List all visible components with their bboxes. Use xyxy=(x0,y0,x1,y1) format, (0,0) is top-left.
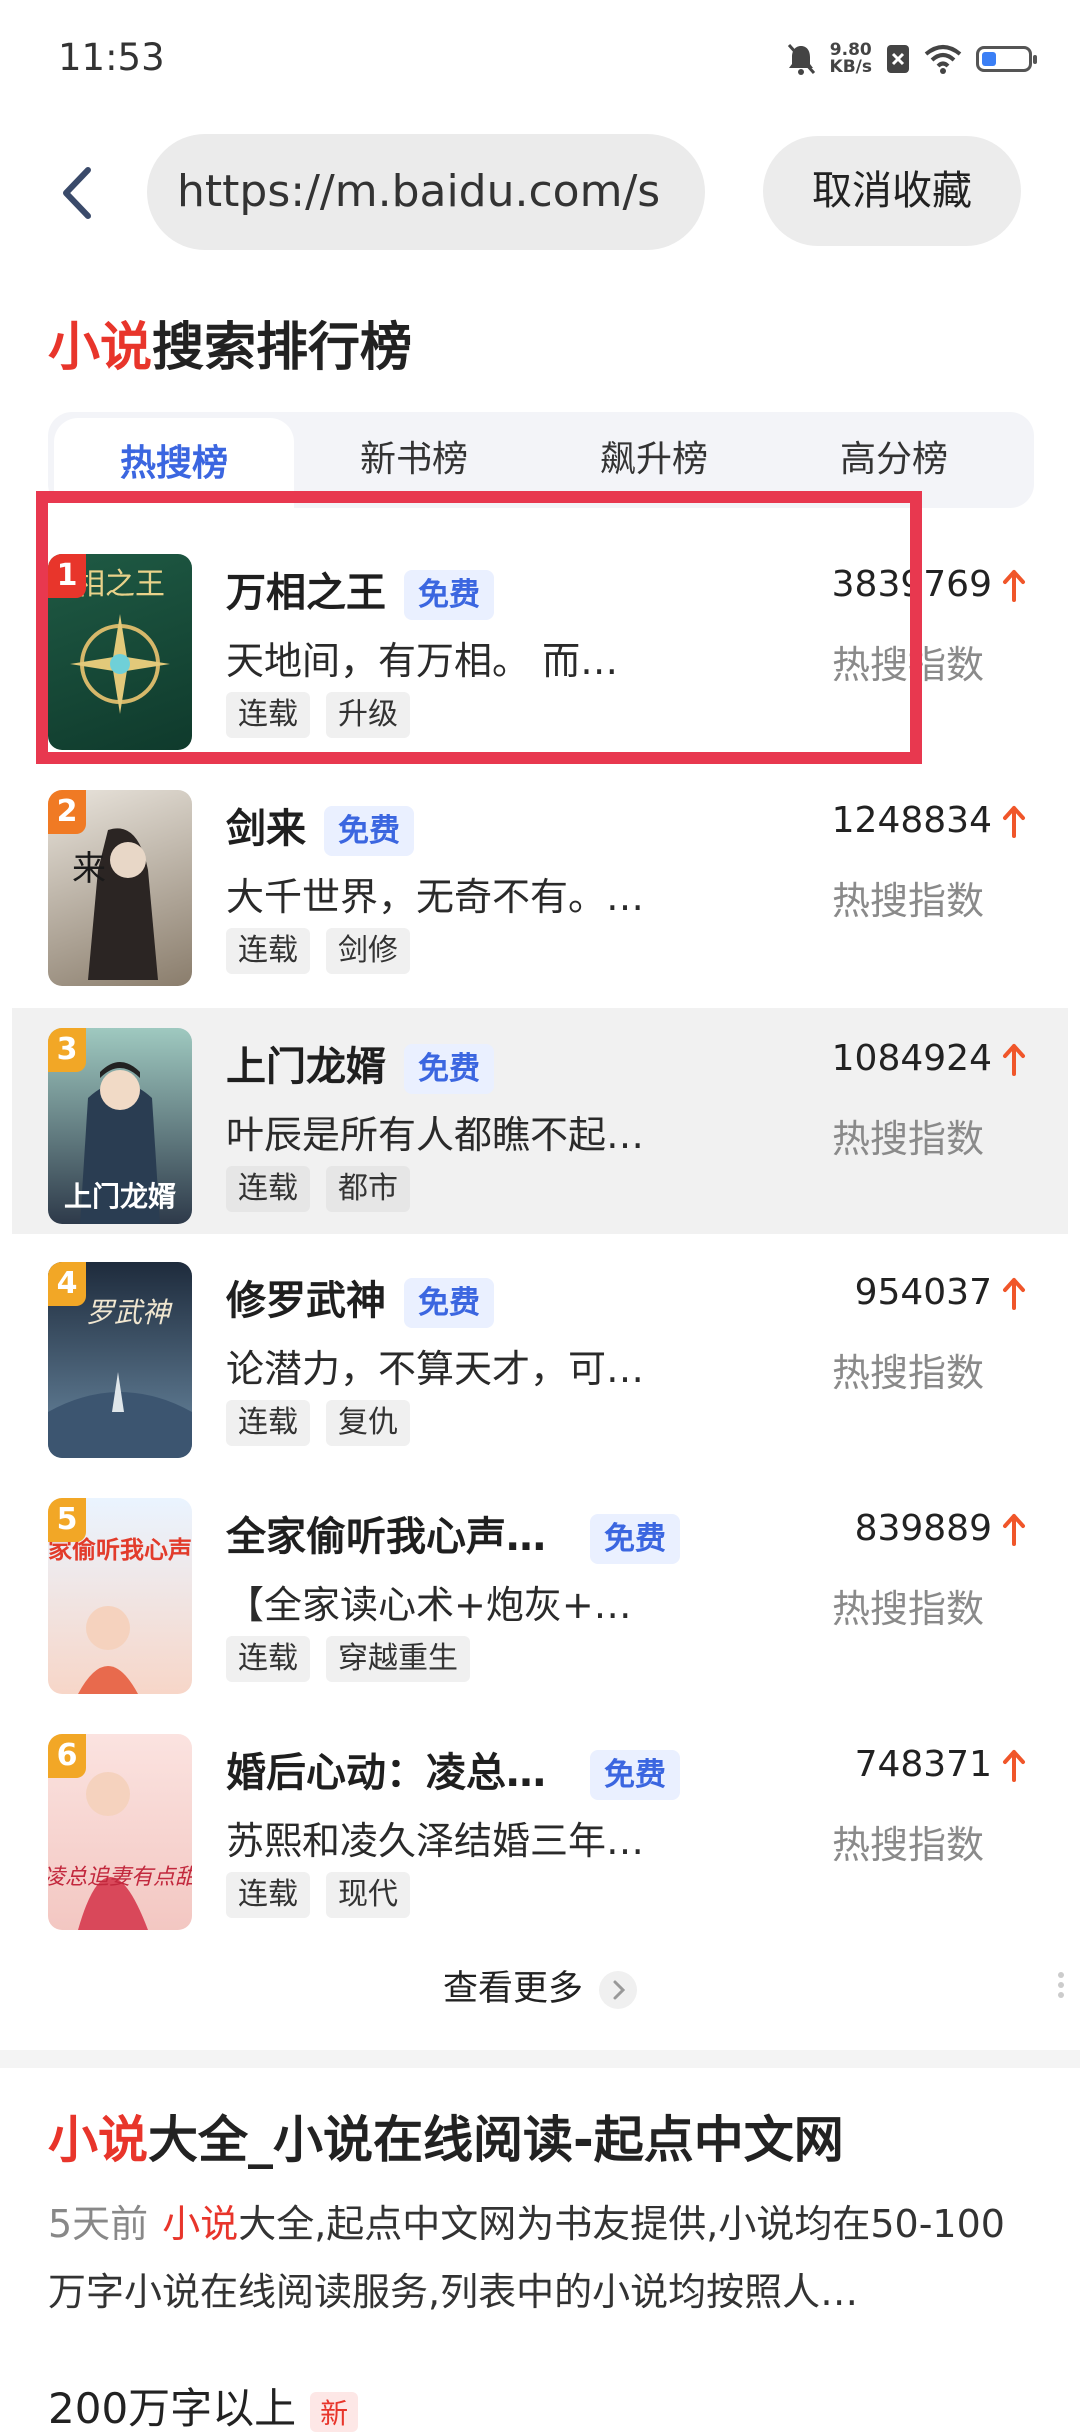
cover-title: 罗武神 xyxy=(86,1296,173,1329)
tag[interactable]: 剑修 xyxy=(326,928,410,974)
cover-title: 凌总追妻有点甜 xyxy=(48,1865,192,1890)
up-arrow-icon xyxy=(1003,570,1025,602)
tag-list: 连载 都市 xyxy=(226,1166,410,1212)
book-title[interactable]: 修罗武神 免费 xyxy=(226,1268,494,1328)
list-item[interactable]: 上门龙婿 3 上门龙婿 免费 叶辰是所有人都瞧不起… 连载 都市 1084924 … xyxy=(12,1008,1068,1234)
result-snippet: 5天前 小说大全,起点中文网为书友提供,小说均在50-100万字小说在线阅读服务,… xyxy=(48,2202,1005,2314)
rank-badge: 2 xyxy=(48,790,86,834)
cover-title: 上门龙婿 xyxy=(64,1180,176,1213)
book-cover[interactable]: 上门龙婿 3 xyxy=(48,1028,192,1224)
more-options-icon[interactable] xyxy=(1058,1968,1068,2002)
book-cover[interactable]: 家偷听我心声 5 xyxy=(48,1498,192,1694)
view-more-label: 查看更多 xyxy=(442,1969,583,2009)
tag[interactable]: 穿越重生 xyxy=(326,1636,470,1682)
free-badge: 免费 xyxy=(404,1278,494,1328)
section-divider xyxy=(0,2050,1080,2068)
no-sim-icon xyxy=(887,45,909,73)
hot-score: 1084924 xyxy=(831,1038,992,1079)
tag[interactable]: 复仇 xyxy=(326,1400,410,1446)
rank-badge: 4 xyxy=(48,1262,86,1306)
wifi-icon xyxy=(924,45,962,74)
tag[interactable]: 都市 xyxy=(326,1166,410,1212)
list-item[interactable]: 罗武神 4 修罗武神 免费 论潜力，不算天才，可… 连载 复仇 954037 热搜… xyxy=(0,1242,1080,1462)
highlight-box xyxy=(36,491,922,764)
book-desc: 【全家读心术+炮灰+… xyxy=(226,1583,632,1627)
battery-icon xyxy=(976,46,1037,72)
list-item[interactable]: 家偷听我心声 5 全家偷听我心声… 免费 【全家读心术+炮灰+… 连载 穿越重生 … xyxy=(0,1478,1080,1698)
free-badge: 免费 xyxy=(590,1750,680,1800)
hot-score: 748371 xyxy=(854,1744,992,1785)
tag[interactable]: 连载 xyxy=(226,1400,310,1446)
tag[interactable]: 连载 xyxy=(226,1872,310,1918)
cover-title: 来 xyxy=(72,849,106,889)
up-arrow-icon xyxy=(1003,1750,1025,1782)
list-item[interactable]: 来 2 剑来 免费 大千世界，无奇不有。… 连载 剑修 1248834 热搜指数 xyxy=(0,770,1080,990)
new-badge: 新 xyxy=(310,2391,359,2432)
free-badge: 免费 xyxy=(324,806,414,856)
hot-score-label: 热搜指数 xyxy=(831,879,984,923)
rank-badge: 3 xyxy=(48,1028,86,1072)
section-title-highlight: 小说 xyxy=(48,318,153,378)
book-title[interactable]: 婚后心动：凌总… 免费 xyxy=(226,1740,680,1800)
up-arrow-icon xyxy=(1003,1514,1025,1546)
status-bar: 11:53 9.80 KB/s xyxy=(0,0,1080,125)
book-cover[interactable]: 来 2 xyxy=(48,790,192,986)
unfavorite-button[interactable]: 取消收藏 xyxy=(763,136,1021,246)
book-title[interactable]: 全家偷听我心声… 免费 xyxy=(226,1504,680,1564)
free-badge: 免费 xyxy=(590,1514,680,1564)
hot-score: 1248834 xyxy=(831,800,992,841)
tag-list: 连载 穿越重生 xyxy=(226,1636,470,1682)
hot-score-label: 热搜指数 xyxy=(831,1823,984,1867)
book-desc: 苏熙和凌久泽结婚三年… xyxy=(226,1819,645,1863)
rank-badge: 5 xyxy=(48,1498,86,1542)
result-title[interactable]: 小说大全_小说在线阅读-起点中文网 xyxy=(48,2100,844,2172)
view-more-button[interactable]: 查看更多 xyxy=(0,1960,1080,2024)
tag-list: 连载 剑修 xyxy=(226,928,410,974)
up-arrow-icon xyxy=(1003,1044,1025,1076)
up-arrow-icon xyxy=(1003,806,1025,838)
tag[interactable]: 连载 xyxy=(226,928,310,974)
book-desc: 叶辰是所有人都瞧不起… xyxy=(226,1113,645,1157)
tag[interactable]: 连载 xyxy=(226,1166,310,1212)
section-title: 小说搜索排行榜 xyxy=(48,305,412,380)
hot-score: 954037 xyxy=(854,1272,992,1313)
mute-icon xyxy=(787,44,815,75)
tag[interactable]: 现代 xyxy=(326,1872,410,1918)
back-arrow-icon[interactable] xyxy=(50,158,110,228)
free-badge: 免费 xyxy=(404,1044,494,1094)
book-cover[interactable]: 罗武神 4 xyxy=(48,1262,192,1458)
hot-score-label: 热搜指数 xyxy=(831,1587,984,1631)
net-speed: 9.80 KB/s xyxy=(829,40,872,77)
hot-score-label: 热搜指数 xyxy=(831,1117,984,1161)
tag[interactable]: 连载 xyxy=(226,1636,310,1682)
up-arrow-icon xyxy=(1003,1278,1025,1310)
book-title[interactable]: 剑来 免费 xyxy=(226,796,414,856)
hot-score: 839889 xyxy=(854,1508,992,1549)
result-sublink[interactable]: 200万字以上新 xyxy=(48,2375,359,2436)
book-desc: 大千世界，无奇不有。… xyxy=(226,875,645,919)
book-cover[interactable]: 凌总追妻有点甜 6 xyxy=(48,1734,192,1930)
status-icons: 9.80 KB/s xyxy=(786,40,1037,77)
result-date: 5天前 xyxy=(48,2202,149,2246)
hot-score-label: 热搜指数 xyxy=(831,1351,984,1395)
url-bar[interactable]: https://m.baidu.com/s xyxy=(147,134,705,250)
status-time: 11:53 xyxy=(58,36,165,79)
tag-list: 连载 现代 xyxy=(226,1872,410,1918)
rank-badge: 6 xyxy=(48,1734,86,1778)
book-desc: 论潜力，不算天才，可… xyxy=(226,1347,645,1391)
list-item[interactable]: 凌总追妻有点甜 6 婚后心动：凌总… 免费 苏熙和凌久泽结婚三年… 连载 现代 7… xyxy=(0,1714,1080,1934)
book-title[interactable]: 上门龙婿 免费 xyxy=(226,1034,494,1094)
chevron-right-icon xyxy=(599,1971,637,2009)
section-title-rest: 搜索排行榜 xyxy=(152,318,413,378)
tag-list: 连载 复仇 xyxy=(226,1400,410,1446)
